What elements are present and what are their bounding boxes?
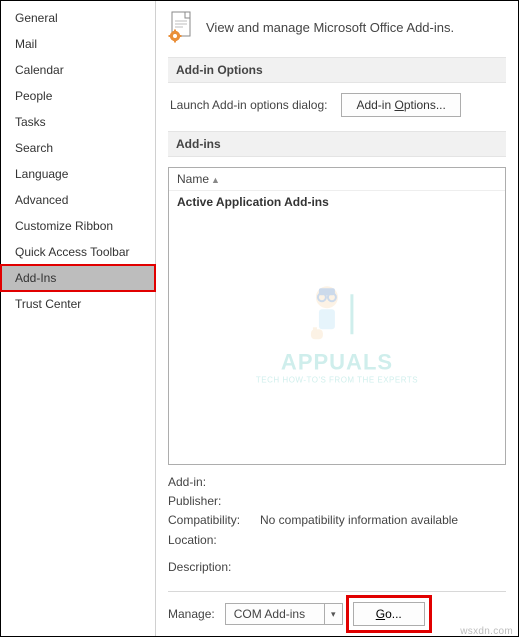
- sidebar-item-customize-ribbon[interactable]: Customize Ribbon: [1, 213, 155, 239]
- manage-label-accel: g: [198, 607, 205, 621]
- addins-list[interactable]: Name▲ Active Application Add-ins APPUALS…: [168, 167, 506, 465]
- manage-row: Manage: COM Add-ins ▾ Go...: [168, 602, 506, 626]
- sidebar-item-advanced[interactable]: Advanced: [1, 187, 155, 213]
- watermark-brand: APPUALS: [256, 349, 418, 375]
- addin-details: Add-in: Publisher: Compatibility: No com…: [168, 473, 506, 577]
- addins-list-column-header[interactable]: Name▲: [169, 168, 505, 191]
- detail-compat-value: No compatibility information available: [260, 511, 458, 530]
- watermark: APPUALS TECH HOW-TO'S FROM THE EXPERTS: [256, 279, 418, 384]
- sidebar-item-people[interactable]: People: [1, 83, 155, 109]
- divider: [168, 591, 506, 592]
- sidebar-item-add-ins[interactable]: Add-Ins: [1, 265, 155, 291]
- detail-addin-label: Add-in:: [168, 473, 260, 492]
- btn-text-suffix: ptions...: [404, 98, 446, 112]
- footer-watermark: wsxdn.com: [460, 626, 513, 637]
- go-button[interactable]: Go...: [353, 602, 425, 626]
- chevron-down-icon: ▾: [324, 604, 342, 624]
- main-panel: View and manage Microsoft Office Add-ins…: [156, 1, 518, 636]
- detail-location-label: Location:: [168, 531, 260, 550]
- sidebar-item-tasks[interactable]: Tasks: [1, 109, 155, 135]
- sidebar-item-language[interactable]: Language: [1, 161, 155, 187]
- detail-description-label: Description:: [168, 558, 260, 577]
- launch-options-label: Launch Add-in options dialog:: [170, 98, 327, 112]
- options-dialog: General Mail Calendar People Tasks Searc…: [0, 0, 519, 637]
- go-suffix: o...: [385, 607, 402, 621]
- addins-gear-document-icon: [168, 11, 196, 43]
- addin-options-button[interactable]: Add-in Options...: [341, 93, 460, 117]
- column-name-label: Name: [177, 172, 209, 186]
- watermark-tagline: TECH HOW-TO'S FROM THE EXPERTS: [256, 375, 418, 384]
- panel-header: View and manage Microsoft Office Add-ins…: [168, 11, 506, 43]
- panel-title: View and manage Microsoft Office Add-ins…: [206, 20, 454, 35]
- detail-compat-label: Compatibility:: [168, 511, 260, 530]
- manage-label: Manage:: [168, 607, 215, 621]
- section-addins-header: Add-ins: [168, 131, 506, 157]
- sidebar: General Mail Calendar People Tasks Searc…: [1, 1, 156, 636]
- mascot-icon: [297, 279, 377, 349]
- sidebar-item-quick-access-toolbar[interactable]: Quick Access Toolbar: [1, 239, 155, 265]
- btn-accel: O: [394, 98, 403, 112]
- sidebar-item-general[interactable]: General: [1, 5, 155, 31]
- launch-options-row: Launch Add-in options dialog: Add-in Opt…: [168, 93, 506, 117]
- detail-publisher-label: Publisher:: [168, 492, 260, 511]
- manage-select-value: COM Add-ins: [226, 604, 324, 624]
- btn-text-prefix: Add-in: [356, 98, 394, 112]
- section-addin-options-header: Add-in Options: [168, 57, 506, 83]
- manage-label-suffix: e:: [205, 607, 215, 621]
- manage-label-prefix: Mana: [168, 607, 198, 621]
- manage-select[interactable]: COM Add-ins ▾: [225, 603, 343, 625]
- sort-ascending-icon: ▲: [211, 175, 220, 185]
- sidebar-item-mail[interactable]: Mail: [1, 31, 155, 57]
- sidebar-item-trust-center[interactable]: Trust Center: [1, 291, 155, 317]
- addins-group-active: Active Application Add-ins: [169, 191, 505, 213]
- sidebar-item-search[interactable]: Search: [1, 135, 155, 161]
- go-accel: G: [376, 607, 385, 621]
- sidebar-item-calendar[interactable]: Calendar: [1, 57, 155, 83]
